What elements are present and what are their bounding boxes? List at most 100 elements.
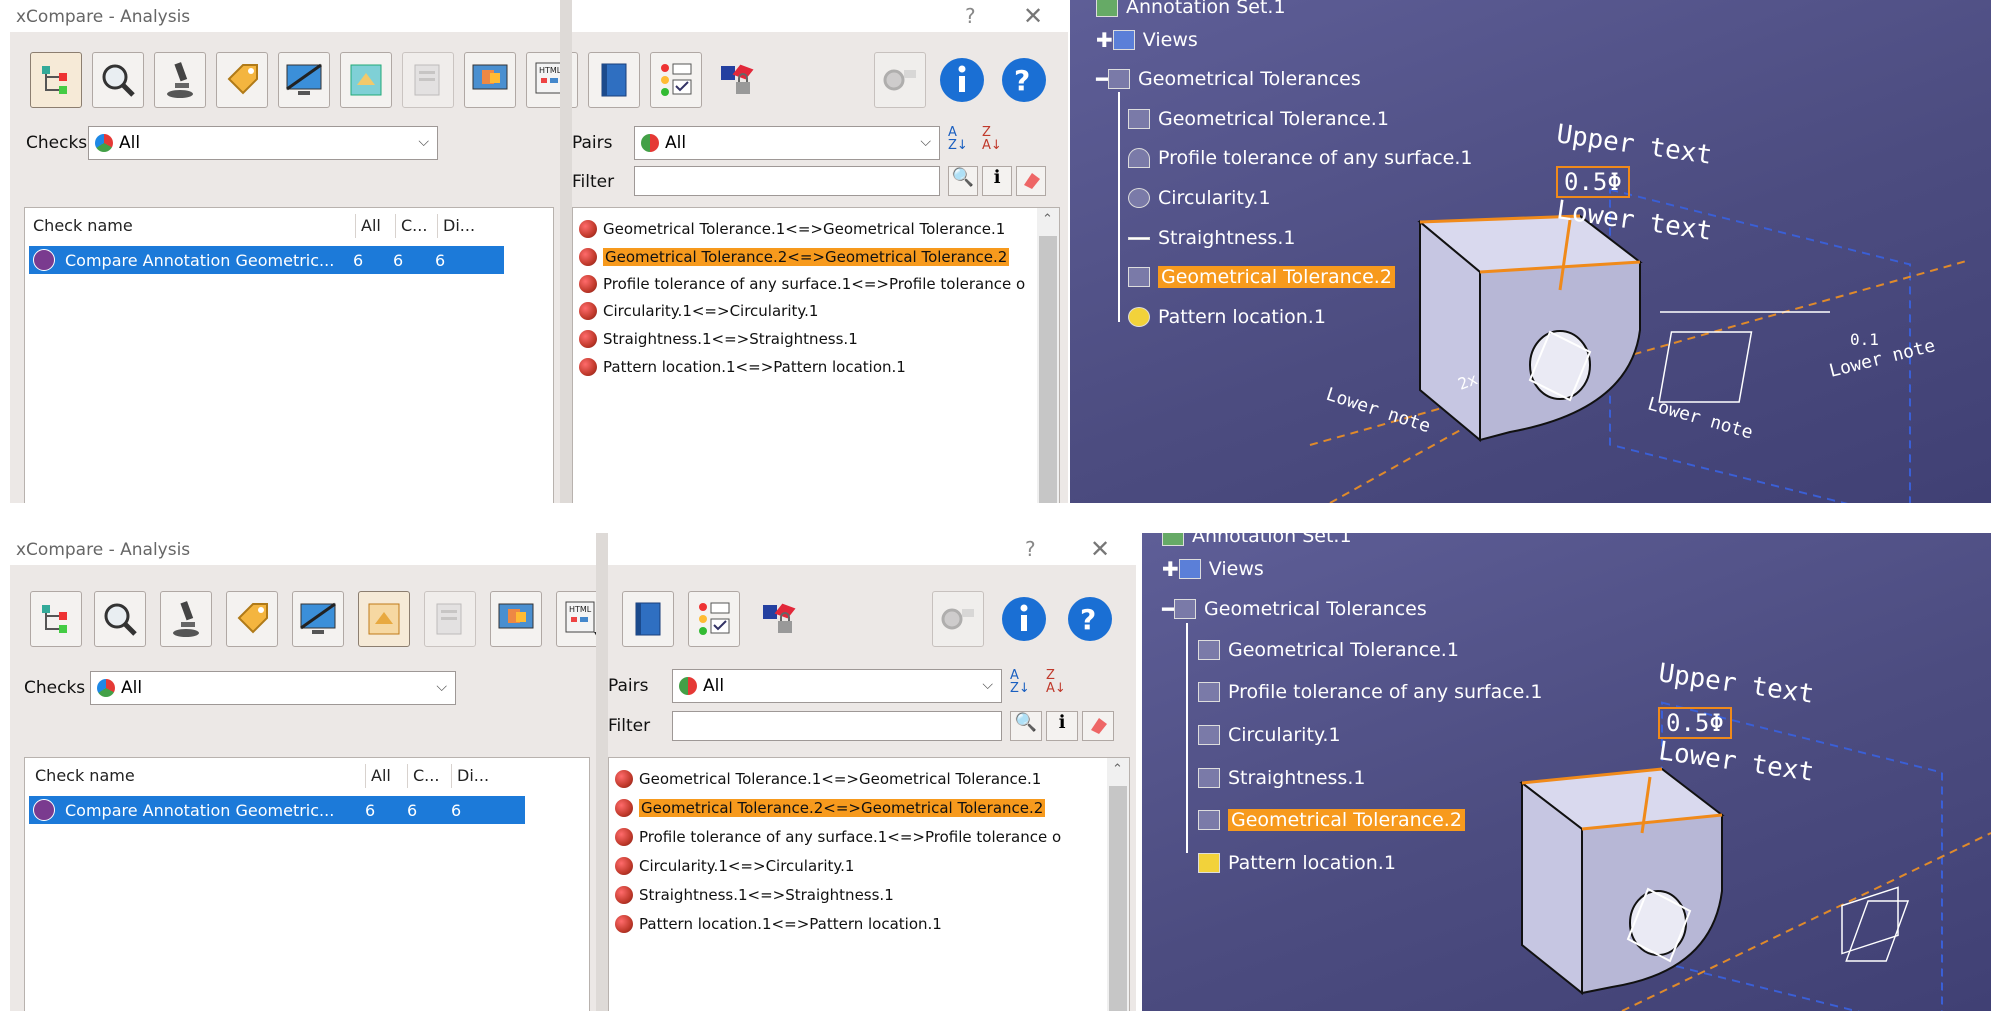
compare-icon[interactable] — [358, 591, 410, 647]
filter-input[interactable] — [672, 711, 1002, 741]
microscope-icon[interactable] — [160, 591, 212, 647]
tree-root[interactable]: Annotation Set.1 — [1162, 533, 1352, 547]
list-item[interactable]: Straightness.1<=>Straightness.1 — [615, 882, 894, 908]
book-icon[interactable] — [622, 591, 674, 647]
checklist-icon[interactable] — [688, 591, 740, 647]
search-icon[interactable]: 🔍 — [1010, 711, 1042, 741]
monitor-icon[interactable] — [464, 52, 516, 108]
list-item[interactable]: Pattern location.1<=>Pattern location.1 — [615, 911, 942, 937]
pairs-dropdown[interactable]: All ⌵ — [672, 669, 1002, 703]
col-c[interactable]: C... — [401, 216, 427, 235]
col-di[interactable]: Di... — [443, 216, 475, 235]
table-row[interactable]: Compare Annotation Geometric... 6 6 6 — [29, 246, 504, 274]
sort-za-icon[interactable]: Z A↓ — [982, 126, 1002, 152]
chevron-up-icon[interactable]: ⌃ — [1042, 212, 1053, 227]
tree-node-straightness[interactable]: Straightness.1 — [1198, 767, 1365, 789]
tree-root[interactable]: Annotation Set.1 — [1096, 0, 1286, 18]
scrollbar[interactable]: ⌃ — [1107, 758, 1129, 1011]
tree-node-views[interactable]: ✚ Views — [1096, 28, 1198, 52]
list-item-selected[interactable]: Geometrical Tolerance.2<=>Geometrical To… — [615, 795, 1046, 821]
checks-dropdown[interactable]: All ⌵ — [88, 126, 438, 160]
microscope-icon[interactable] — [154, 52, 206, 108]
tree-node-profile[interactable]: Profile tolerance of any surface.1 — [1198, 681, 1543, 703]
scroll-thumb[interactable] — [1039, 236, 1057, 503]
help-title-button[interactable]: ? — [1025, 537, 1036, 561]
filter-tree-icon[interactable]: ℹ — [1046, 711, 1078, 741]
magnify-icon[interactable] — [94, 591, 146, 647]
tree-node-pattern-location[interactable]: Pattern location.1 — [1128, 306, 1326, 328]
tree-node-gt2[interactable]: Geometrical Tolerance.2 — [1128, 266, 1395, 288]
filter-tree-icon[interactable]: ℹ — [982, 166, 1012, 196]
list-item[interactable]: Straightness.1<=>Straightness.1 — [579, 326, 858, 352]
tree-node-circularity[interactable]: Circularity.1 — [1128, 187, 1271, 209]
tree-node-gt2[interactable]: Geometrical Tolerance.2 — [1198, 809, 1465, 831]
sort-az-icon[interactable]: A Z↓ — [1010, 669, 1030, 695]
tree-node-profile[interactable]: Profile tolerance of any surface.1 — [1128, 147, 1473, 169]
pairs-dropdown[interactable]: All ⌵ — [634, 126, 940, 160]
settings-icon[interactable] — [932, 591, 984, 647]
settings-icon[interactable] — [874, 52, 926, 108]
tree-node-circularity[interactable]: Circularity.1 — [1198, 724, 1341, 746]
filter-input[interactable] — [634, 166, 940, 196]
tree-icon[interactable] — [30, 591, 82, 647]
checks-dropdown[interactable]: All ⌵ — [90, 671, 456, 705]
tree-node-views[interactable]: ✚ Views — [1162, 557, 1264, 581]
col-all[interactable]: All — [361, 216, 381, 235]
list-item[interactable]: Geometrical Tolerance.1<=>Geometrical To… — [615, 766, 1041, 792]
checklist-icon[interactable] — [650, 52, 702, 108]
col-check-name[interactable]: Check name — [33, 216, 133, 235]
eraser-icon[interactable] — [1016, 166, 1046, 196]
table-row[interactable]: Compare Annotation Geometric... 6 6 6 — [29, 796, 525, 824]
scrollbar[interactable]: ⌃ — [1037, 208, 1059, 503]
close-button[interactable]: ✕ — [1090, 535, 1110, 563]
tag-icon[interactable] — [226, 591, 278, 647]
close-button[interactable]: ✕ — [1023, 2, 1043, 30]
help-icon[interactable]: ? — [1064, 591, 1116, 647]
tree-node-pattern-location[interactable]: Pattern location.1 — [1198, 852, 1396, 874]
search-icon[interactable]: 🔍 — [948, 166, 978, 196]
tag-icon[interactable] — [216, 52, 268, 108]
tree-icon[interactable] — [30, 52, 82, 108]
sort-az-icon[interactable]: A Z↓ — [948, 126, 968, 152]
list-item[interactable]: Profile tolerance of any surface.1<=>Pro… — [579, 271, 1025, 297]
col-di[interactable]: Di... — [457, 766, 489, 785]
col-all[interactable]: All — [371, 766, 391, 785]
list-item[interactable]: Pattern location.1<=>Pattern location.1 — [579, 354, 906, 380]
lock-shapes-icon[interactable] — [712, 52, 764, 108]
tree-node-gt1[interactable]: Geometrical Tolerance.1 — [1128, 108, 1389, 130]
splitter[interactable] — [596, 533, 608, 1011]
col-check-name[interactable]: Check name — [35, 766, 135, 785]
tree-node-geometrical-tolerances[interactable]: ━ Geometrical Tolerances — [1096, 67, 1361, 91]
book-icon[interactable] — [588, 52, 640, 108]
sort-za-icon[interactable]: Z A↓ — [1046, 669, 1066, 695]
list-item-selected[interactable]: Geometrical Tolerance.2<=>Geometrical To… — [579, 244, 1010, 270]
display-icon[interactable] — [292, 591, 344, 647]
lock-shapes-icon[interactable] — [754, 591, 806, 647]
splitter[interactable] — [560, 0, 572, 503]
eraser-icon[interactable] — [1082, 711, 1114, 741]
report-icon[interactable] — [402, 52, 454, 108]
col-c[interactable]: C... — [413, 766, 439, 785]
tree-node-gt1[interactable]: Geometrical Tolerance.1 — [1198, 639, 1459, 661]
chevron-up-icon[interactable]: ⌃ — [1112, 762, 1123, 777]
tree-node-straightness[interactable]: Straightness.1 — [1128, 227, 1295, 249]
list-item[interactable]: Circularity.1<=>Circularity.1 — [579, 298, 818, 324]
compare-icon[interactable] — [340, 52, 392, 108]
list-item[interactable]: Profile tolerance of any surface.1<=>Pro… — [615, 824, 1061, 850]
info-icon[interactable] — [936, 52, 988, 108]
help-icon[interactable]: ? — [998, 52, 1050, 108]
3d-viewport-bottom[interactable]: Annotation Set.1 ✚ Views ━ Geometrical Tol… — [1142, 533, 1991, 1011]
scroll-thumb[interactable] — [1109, 786, 1127, 1011]
tree-node-geometrical-tolerances[interactable]: ━ Geometrical Tolerances — [1162, 597, 1427, 621]
3d-viewport-top[interactable]: Annotation Set.1 ✚ Views ━ Geometrical Tol… — [1070, 0, 1991, 503]
col-divider — [395, 214, 396, 238]
magnify-icon[interactable] — [92, 52, 144, 108]
report-icon[interactable] — [424, 591, 476, 647]
list-item[interactable]: Circularity.1<=>Circularity.1 — [615, 853, 854, 879]
monitor-icon[interactable] — [490, 591, 542, 647]
list-item[interactable]: Geometrical Tolerance.1<=>Geometrical To… — [579, 216, 1005, 242]
views-icon — [1112, 30, 1135, 50]
display-icon[interactable] — [278, 52, 330, 108]
help-title-button[interactable]: ? — [965, 4, 976, 28]
info-icon[interactable] — [998, 591, 1050, 647]
